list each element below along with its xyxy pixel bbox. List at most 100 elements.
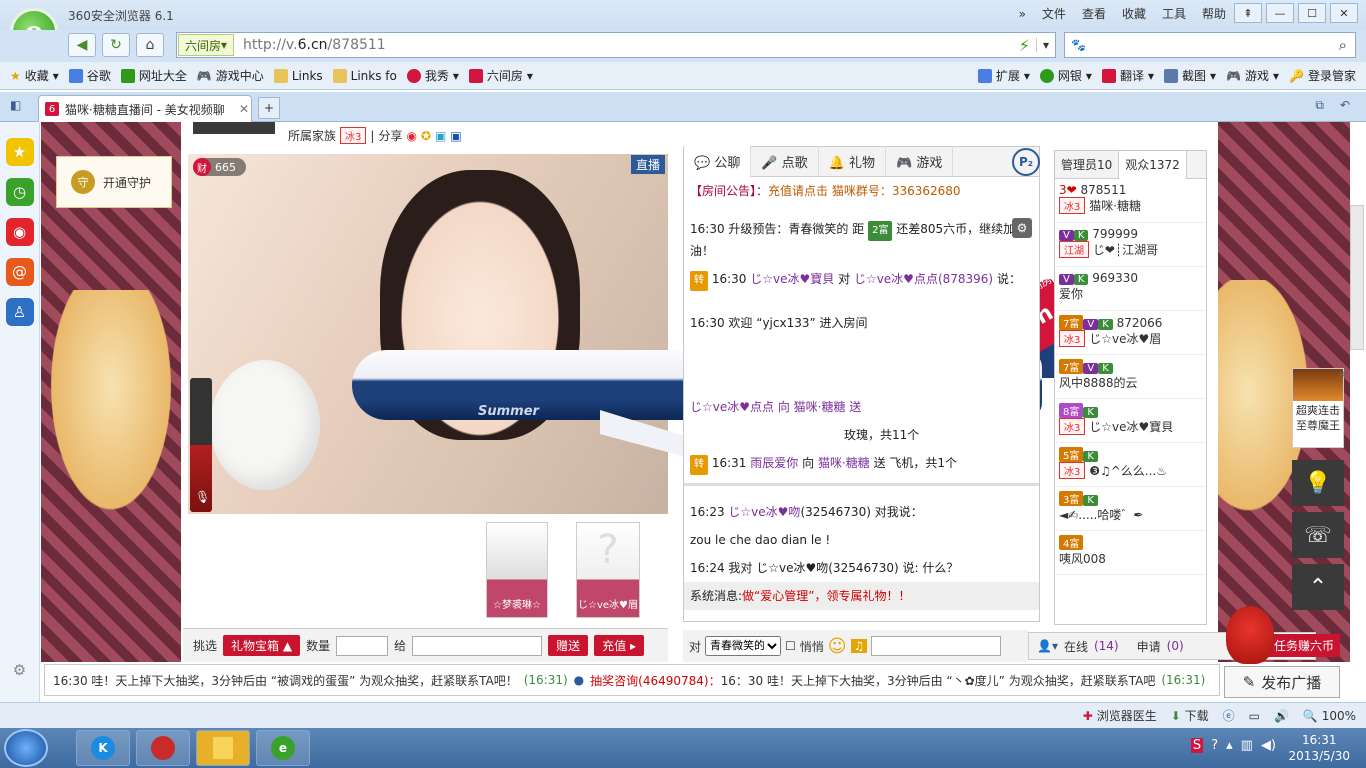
host-avatar[interactable] (193, 122, 275, 134)
back-icon[interactable]: ◀ (68, 33, 96, 57)
weibo-icon[interactable]: ◉ (5, 218, 34, 246)
weibo-share-icon[interactable]: ◉ (406, 129, 416, 143)
users-icon[interactable]: 👤▾ (1037, 639, 1058, 653)
chat-target-select[interactable]: 青春微笑的 (705, 636, 782, 656)
menu-item-tools[interactable]: 工具 (1162, 5, 1186, 22)
toolbar-extensions[interactable]: 扩展 ▾ (977, 67, 1030, 84)
bookmark-google[interactable]: 谷歌 (68, 67, 111, 84)
quantity-input[interactable] (336, 635, 389, 656)
baidu-share-icon[interactable]: ▣ (450, 129, 461, 143)
tab-active[interactable]: 6 猫咪·糖糖直播间 - 美女视频聊 ✕ (38, 95, 252, 122)
browser-doctor[interactable]: ✚ 浏览器医生 (1083, 707, 1157, 724)
toolbar-login-manager[interactable]: 🔑 登录管家 (1289, 67, 1356, 84)
menu-item-view[interactable]: 查看 (1082, 5, 1106, 22)
chevron-down-icon[interactable]: ▾ (1035, 38, 1049, 52)
bookmark-links[interactable]: Links (273, 68, 323, 83)
tab-audience[interactable]: 观众1372 (1118, 150, 1187, 179)
qzone-share-icon[interactable]: ✪ (421, 129, 431, 143)
charge-button[interactable]: 充值 ▸ (594, 635, 644, 656)
taskbar-clock[interactable]: 16:31 2013/5/30 (1288, 732, 1350, 764)
mascot-fox-icon[interactable] (1226, 606, 1274, 664)
bookmark-hao[interactable]: 网址大全 (120, 67, 187, 84)
promo-close-icon[interactable]: ✕ (1338, 370, 1346, 381)
user-row[interactable]: 5富 K 冰3 ❸♫^么么...♨ (1055, 443, 1206, 487)
user-row[interactable]: 8富 K 冰3 じ☆ve冰♥寶貝 (1055, 399, 1206, 443)
ie-mode-icon[interactable]: ⓔ (1223, 707, 1235, 724)
window-mode-icon[interactable]: ▭ (1249, 709, 1260, 723)
game-promo[interactable]: 超爽连击至尊魔王 (1292, 368, 1344, 448)
user-row[interactable]: 3富 K ◄✍.....哈喽゛✒ (1055, 487, 1206, 531)
user-row[interactable]: 3❤ 878511 冰3 猫咪·糖糖 (1055, 179, 1206, 223)
address-url[interactable]: http://v.6.cn/878511 (243, 37, 386, 53)
tab-public-chat[interactable]: 💬 公聊 (684, 146, 752, 177)
ticker-label-2[interactable]: 抽奖咨询(46490784)： (590, 672, 720, 689)
settings-gear-icon[interactable]: ⚙ (6, 656, 34, 684)
chat-divider[interactable] (684, 483, 1039, 486)
history-clock-icon[interactable]: ◷ (5, 178, 34, 206)
fans-counter[interactable]: 财 665 (193, 158, 246, 176)
recipient-input[interactable] (412, 635, 543, 656)
gift-box-button[interactable]: 礼物宝箱 ▲ (223, 635, 301, 656)
zoom-control[interactable]: 🔍 100% (1303, 709, 1356, 723)
user-row[interactable]: 7富 V K 872066 冰3 じ☆ve冰♥眉 (1055, 311, 1206, 355)
emoji-icon[interactable]: ☺ (828, 636, 847, 657)
search-icon[interactable]: ⌕ (1339, 36, 1347, 54)
gift-tile-1[interactable]: ☆梦裘琳☆ (486, 522, 548, 618)
user-row[interactable]: 4富 咦风008 (1055, 531, 1206, 575)
tab-list-icon[interactable]: ⧉ (1315, 98, 1324, 113)
expand-icon[interactable]: » (1019, 7, 1026, 21)
tab-games[interactable]: 🎮 游戏 (886, 146, 954, 177)
bookmark-woxiu[interactable]: 我秀 ▾ (406, 67, 459, 84)
gift-tile-2[interactable]: ? じ☆ve冰♥眉 (576, 522, 640, 618)
favorites-star-icon[interactable]: ★ (5, 138, 34, 166)
speed-icon[interactable]: ⚡ (1019, 36, 1030, 55)
toolbar-bank[interactable]: 网银 ▾ (1039, 67, 1092, 84)
user-row[interactable]: VK 799999 江湖 じ❤┊江湖哥 (1055, 223, 1206, 267)
microphone-icon[interactable]: 🎙 (195, 490, 210, 504)
phone-icon[interactable]: ☏ (1292, 512, 1344, 558)
guard-button[interactable]: 守 开通守护 (56, 156, 172, 208)
search-box[interactable]: 🐾 ⌕ (1064, 32, 1356, 58)
phrase-icon[interactable]: ♫ (850, 639, 868, 653)
lightbulb-icon[interactable]: 💡 (1292, 460, 1344, 506)
back-to-top-icon[interactable]: ⌃ (1292, 564, 1344, 610)
360-browser-task-icon[interactable]: e (256, 730, 310, 766)
volume-icon[interactable]: 🔊 (1274, 709, 1289, 723)
download-button[interactable]: ⬇ 下载 (1171, 707, 1209, 724)
bookmark-favorites[interactable]: ★ 收藏 ▾ (10, 67, 59, 84)
close-button[interactable]: ✕ (1330, 3, 1358, 23)
bookmark-games[interactable]: 🎮 游戏中心 (197, 67, 264, 84)
whisper-checkbox[interactable]: ☐ (785, 639, 796, 653)
network-icon[interactable]: ▥ (1241, 738, 1253, 753)
kuaibo-icon[interactable]: K (76, 730, 130, 766)
menu-item-file[interactable]: 文件 (1042, 5, 1066, 22)
address-bar[interactable]: 六间房 ▾ http://v.6.cn/878511 ⚡ ▾ (176, 32, 1056, 58)
tab-admins[interactable]: 管理员10 (1055, 156, 1118, 173)
tab-song-request[interactable]: 🎤 点歌 (751, 146, 819, 177)
sidebar-toggle-icon[interactable]: ◧ (10, 98, 21, 112)
volume-tray-icon[interactable]: ◀) (1261, 738, 1276, 753)
send-gift-button[interactable]: 赠送 (548, 635, 589, 656)
toolbar-games[interactable]: 🎮 游戏 ▾ (1226, 67, 1279, 84)
sticky-notes-icon[interactable] (196, 730, 250, 766)
skin-icon[interactable]: ⇞ (1234, 3, 1262, 23)
family-badge[interactable]: 冰3 (340, 127, 367, 144)
qq-icon[interactable]: ♙ (5, 298, 34, 326)
pengyou-share-icon[interactable]: ▣ (435, 129, 446, 143)
email-icon[interactable]: @ (5, 258, 34, 286)
search-input[interactable] (1091, 38, 1339, 52)
tray-expand-icon[interactable]: ▴ (1226, 738, 1233, 753)
bookmark-links-fo[interactable]: Links fo (332, 68, 397, 83)
maximize-button[interactable]: ☐ (1298, 3, 1326, 23)
earn-coins-button[interactable]: 任务赚六币 (1268, 634, 1341, 657)
p2-icon[interactable]: P₂ (1012, 148, 1040, 176)
minimize-button[interactable]: — (1266, 3, 1294, 23)
new-tab-button[interactable]: + (258, 97, 280, 119)
game-app-icon[interactable] (136, 730, 190, 766)
page-scrollbar[interactable] (1350, 205, 1364, 350)
help-icon[interactable]: ? (1211, 738, 1218, 753)
menu-item-help[interactable]: 帮助 (1202, 5, 1226, 22)
user-row[interactable]: VK 969330 爱你 (1055, 267, 1206, 311)
close-tab-icon[interactable]: ✕ (239, 102, 249, 116)
chat-message-input[interactable] (871, 636, 1002, 656)
